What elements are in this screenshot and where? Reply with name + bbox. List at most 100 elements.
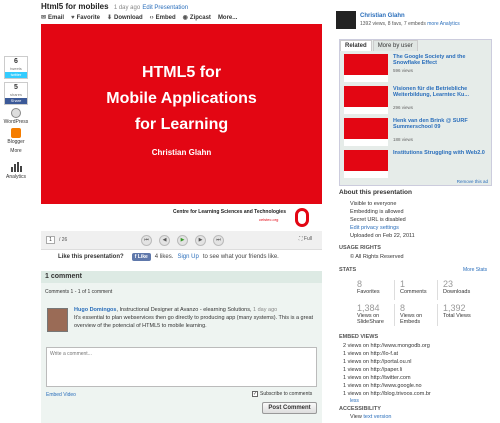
related-item[interactable]: Henk van den Brink @ SURF Summerschool 0… [344, 118, 489, 148]
celstec-logo-icon [295, 208, 309, 227]
stat-number: 1,384 [357, 303, 380, 313]
facebook-icon: f [134, 254, 137, 260]
text-version-link[interactable]: text version [363, 414, 391, 420]
uploaded-date: Uploaded on Feb 22, 2011 [350, 233, 415, 239]
remove-ad-link[interactable]: Remove this ad [457, 179, 488, 184]
previous-slide-button[interactable]: ◀ [159, 235, 170, 246]
analytics-label: Analytics [5, 174, 26, 180]
more-stats-link[interactable]: More Stats [463, 267, 487, 273]
play-icon: ▶ [180, 237, 185, 243]
related-panel: Related More by user The Google Society … [339, 39, 492, 186]
embed-view-row: 1 views on http://lo-f.at [343, 351, 399, 357]
blogger-share[interactable]: Blogger [2, 128, 30, 145]
comment-body: It's essential to plan webservices then … [74, 315, 314, 329]
edit-privacy-link[interactable]: Edit privacy settings [350, 225, 399, 231]
facebook-share-button[interactable]: Share [5, 98, 27, 104]
related-thumbnail [344, 150, 388, 178]
edit-presentation-link[interactable]: Edit Presentation [142, 5, 188, 11]
subscribe-checkbox[interactable]: ✓ Subscribe to comments [252, 391, 312, 397]
stat-number: 8 [357, 279, 363, 289]
shares-label: shares [9, 92, 22, 97]
blogger-icon [11, 128, 21, 138]
embed-button[interactable]: ‹› Embed [150, 15, 176, 21]
next-icon: ▶ [198, 237, 203, 243]
comment-author[interactable]: Hugo Domingos [74, 307, 116, 313]
related-title[interactable]: Visionen für die Betriebliche Weiterbild… [393, 86, 485, 98]
last-slide-button[interactable]: ⏭ [213, 235, 224, 246]
shares-box[interactable]: 5 shares Share [4, 82, 28, 105]
embed-video-link[interactable]: Embed Video [46, 392, 76, 398]
author-avatar[interactable] [336, 11, 356, 29]
stat-downloads: 23 Downloads [443, 280, 477, 296]
related-item[interactable]: Visionen für die Betriebliche Weiterbild… [344, 86, 489, 116]
like-button-label: Like [137, 254, 148, 260]
signup-link[interactable]: Sign Up [177, 254, 198, 260]
author-more-link[interactable]: more [427, 21, 438, 27]
fullscreen-button[interactable]: ⛶ Full [299, 236, 312, 242]
email-label: Email [48, 14, 65, 21]
related-title[interactable]: Institutions Struggling with Web2.0 [393, 150, 485, 156]
stat-number: 1 [400, 279, 406, 289]
embed-view-row: 1 views on http://www.google.no [343, 383, 422, 389]
email-icon: ✉ [41, 15, 47, 21]
embed-views-header: EMBED VIEWS [339, 334, 379, 340]
more-label: More... [217, 14, 238, 21]
more-share-label: More [10, 148, 22, 154]
wordpress-share[interactable]: WordPress [2, 108, 30, 125]
commenter-avatar[interactable] [47, 308, 68, 332]
analytics-icon [11, 162, 22, 172]
comment-input[interactable] [46, 347, 317, 387]
like-question: Like this presentation? [58, 254, 124, 260]
wordpress-icon [11, 108, 21, 118]
slide-author: Christian Glahn [151, 148, 212, 157]
embed-label: Embed [155, 14, 176, 21]
related-item[interactable]: The Google Society and the Snowflake Eff… [344, 54, 489, 84]
zipcast-icon: ◉ [182, 15, 188, 21]
zipcast-button[interactable]: ◉ Zipcast [182, 14, 211, 22]
tweets-box[interactable]: 6 tweets twitter [4, 56, 28, 79]
post-comment-button[interactable]: Post Comment [262, 402, 317, 414]
fullscreen-label: Full [303, 236, 312, 242]
first-slide-button[interactable]: ⏮ [141, 235, 152, 246]
slide-viewer[interactable]: HTML5 for Mobile Applications for Learni… [41, 24, 322, 231]
stat-caption: Total Views [443, 313, 471, 319]
stat-favorites: 8 Favorites [357, 279, 391, 296]
related-item[interactable]: Institutions Struggling with Web2.0 [344, 150, 489, 180]
slide-title-line-3: for Learning [134, 116, 229, 133]
stat-number: 1,392 [443, 303, 466, 313]
related-views: 188 views [393, 137, 414, 142]
like-button[interactable]: f Like [131, 253, 151, 261]
embed-view-row: 1 views on http://paper.li [343, 367, 403, 373]
stat-views-embeds: 8 Views on Embeds [400, 304, 434, 326]
related-views: 596 views [393, 68, 414, 73]
more-menu[interactable]: More... [218, 15, 237, 21]
page-number-input[interactable]: 1 [46, 236, 55, 244]
slide-title-line-1: HTML5 for [141, 64, 222, 81]
related-title[interactable]: Henk van den Brink @ SURF Summerschool 0… [393, 118, 485, 130]
email-button[interactable]: ✉ Email [41, 14, 65, 22]
stat-views-slideshare: 1,384 Views on SlideShare [357, 303, 391, 326]
twitter-button[interactable]: twitter [5, 72, 27, 78]
tab-more-by-user[interactable]: More by user [372, 40, 418, 51]
author-name[interactable]: Christian Glahn [360, 13, 405, 19]
download-button[interactable]: ⬇ Download [107, 14, 143, 22]
related-views: 296 views [393, 105, 414, 110]
analytics-link[interactable]: Analytics [2, 162, 30, 180]
next-slide-button[interactable]: ▶ [195, 235, 206, 246]
like-count: 4 likes. [154, 254, 174, 260]
zipcast-label: Zipcast [189, 14, 211, 21]
favorite-button[interactable]: ♥ Favorite [71, 15, 100, 21]
checkbox-checked-icon: ✓ [252, 391, 258, 397]
less-link[interactable]: less [350, 398, 359, 404]
usage-rights-value: © All Rights Reserved [350, 254, 404, 260]
embed-view-row: 1 views on http://twitter.com [343, 375, 411, 381]
comment-item: Hugo Domingos, Instructional Designer at… [74, 306, 318, 330]
wordpress-label: WordPress [3, 119, 29, 125]
tab-related[interactable]: Related [340, 40, 372, 51]
author-analytics-link[interactable]: Analytics [440, 21, 460, 27]
play-button[interactable]: ▶ [177, 235, 188, 246]
heart-icon: ♥ [71, 14, 75, 21]
more-share[interactable]: More [2, 148, 30, 154]
related-title[interactable]: The Google Society and the Snowflake Eff… [393, 54, 485, 66]
stat-total-views: 1,392 Total Views [443, 303, 477, 320]
